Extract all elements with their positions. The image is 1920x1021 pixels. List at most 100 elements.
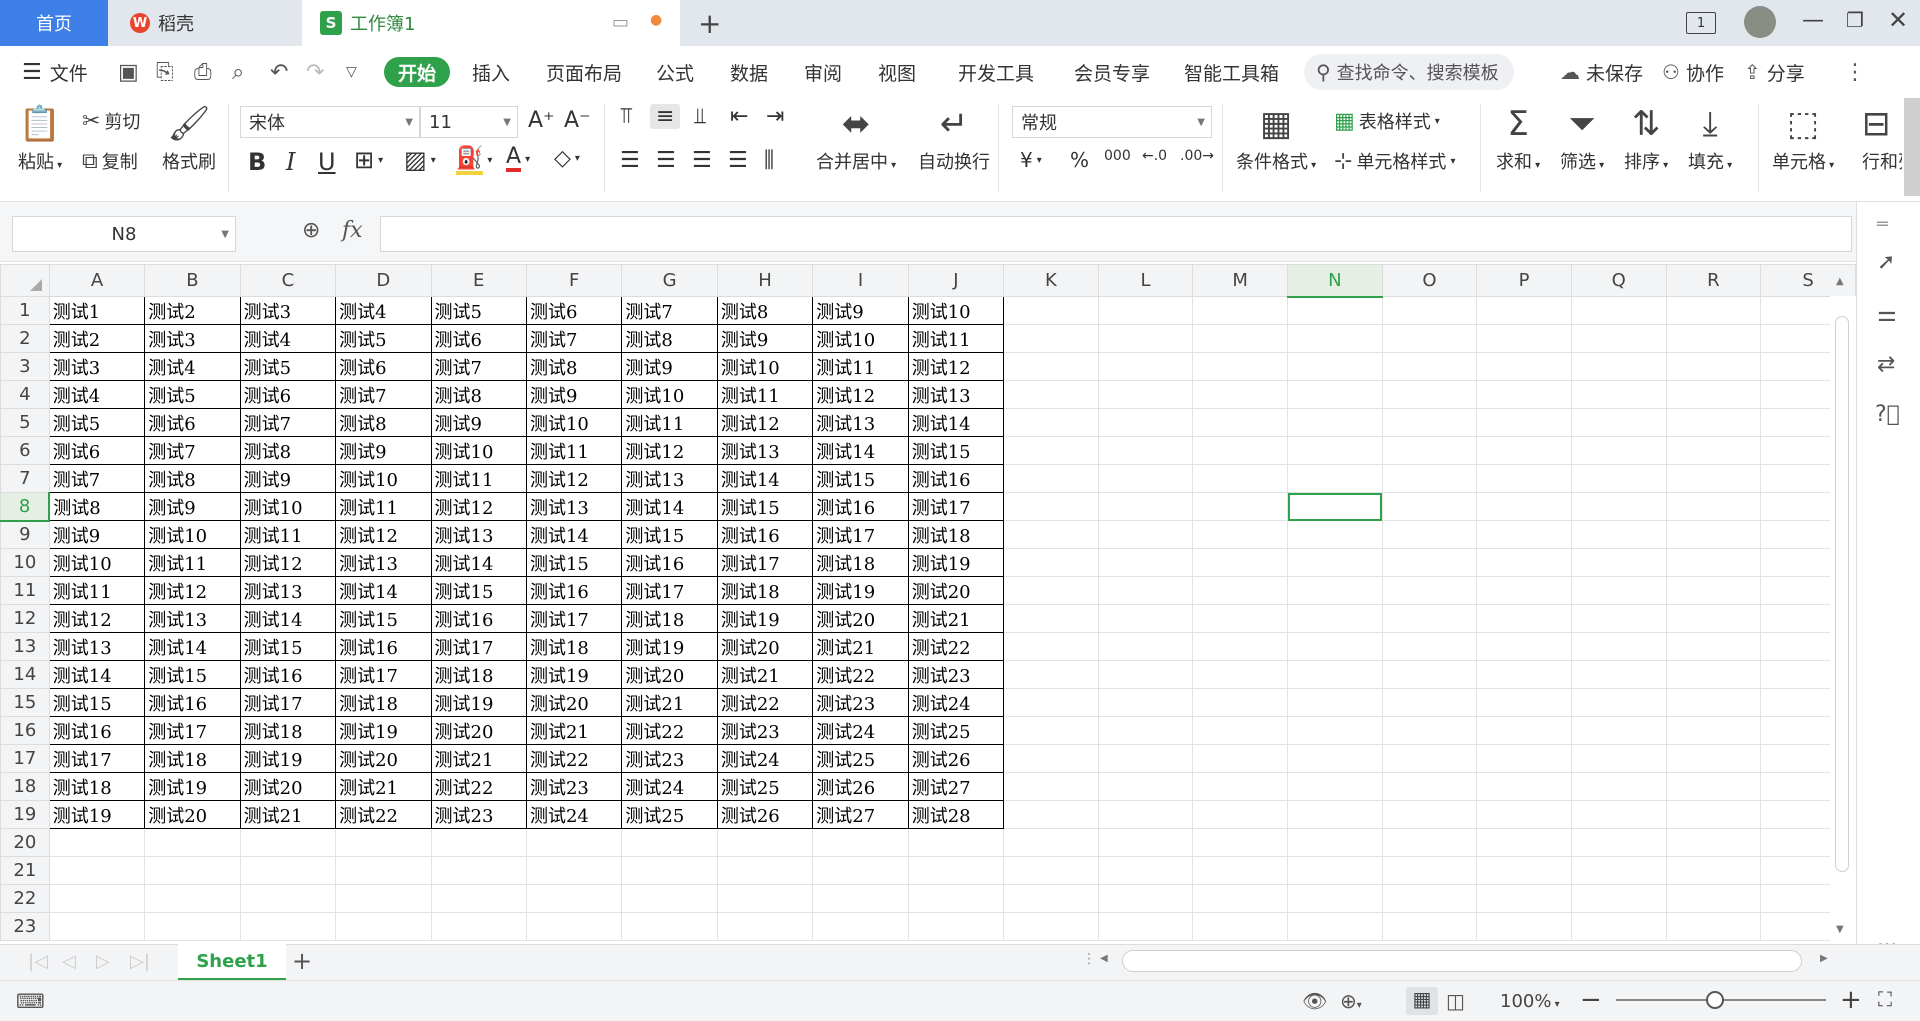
zoom-in-button[interactable]: + bbox=[1840, 985, 1862, 1015]
cell[interactable] bbox=[1097, 548, 1194, 577]
cell[interactable] bbox=[1570, 352, 1667, 381]
cell[interactable]: 测试5 bbox=[144, 380, 241, 409]
cell[interactable]: 测试23 bbox=[716, 716, 814, 745]
cell[interactable] bbox=[144, 828, 241, 857]
cell[interactable]: 测试21 bbox=[430, 744, 527, 773]
cell[interactable]: 测试19 bbox=[335, 716, 432, 745]
cell[interactable]: 测试5 bbox=[335, 324, 432, 353]
cell[interactable] bbox=[1192, 800, 1288, 829]
cell[interactable] bbox=[1381, 548, 1478, 577]
cell[interactable]: 测试10 bbox=[144, 520, 241, 549]
cell[interactable] bbox=[907, 884, 1005, 913]
cell[interactable] bbox=[1476, 380, 1572, 409]
cell[interactable]: 测试17 bbox=[335, 660, 432, 689]
cell[interactable] bbox=[1003, 604, 1099, 633]
column-header[interactable]: I bbox=[812, 264, 909, 297]
cell[interactable]: 测试10 bbox=[430, 436, 527, 465]
eye-protection-icon[interactable]: 👁 bbox=[1302, 989, 1327, 1013]
cell[interactable]: 测试9 bbox=[716, 324, 814, 353]
cell[interactable]: 测试10 bbox=[48, 548, 146, 577]
cell[interactable] bbox=[1476, 772, 1572, 801]
command-search-box[interactable]: ⚲ 查找命令、搜索模板 bbox=[1304, 54, 1514, 90]
cell[interactable]: 测试14 bbox=[621, 492, 718, 521]
cell[interactable] bbox=[1097, 912, 1194, 941]
cell[interactable]: 测试11 bbox=[48, 576, 146, 605]
cut-button[interactable]: ✂ 剪切 bbox=[82, 108, 140, 134]
cell[interactable] bbox=[1287, 800, 1383, 829]
cell[interactable] bbox=[1003, 660, 1099, 689]
cell[interactable]: 测试14 bbox=[48, 660, 146, 689]
row-header[interactable]: 22 bbox=[0, 884, 50, 913]
print-preview-icon[interactable]: ⌕ bbox=[232, 46, 244, 98]
cell[interactable]: 测试22 bbox=[335, 800, 432, 829]
scroll-right-icon[interactable]: ▶ bbox=[1820, 953, 1828, 964]
selected-cell[interactable] bbox=[1287, 492, 1383, 521]
cell[interactable] bbox=[1192, 688, 1288, 717]
cell[interactable] bbox=[1287, 856, 1383, 885]
cell[interactable] bbox=[1570, 296, 1667, 325]
cell[interactable]: 测试13 bbox=[621, 464, 718, 493]
cell[interactable] bbox=[1003, 380, 1099, 409]
cell[interactable]: 测试23 bbox=[525, 772, 623, 801]
cell[interactable]: 测试12 bbox=[621, 436, 718, 465]
cell[interactable]: 测试14 bbox=[907, 408, 1005, 437]
cell[interactable]: 测试15 bbox=[812, 464, 909, 493]
cell[interactable]: 测试13 bbox=[239, 576, 337, 605]
avatar[interactable] bbox=[1744, 6, 1776, 38]
cell[interactable] bbox=[1665, 492, 1762, 521]
help-icon[interactable]: ?⃝ bbox=[1875, 402, 1900, 427]
cell[interactable]: 测试23 bbox=[430, 800, 527, 829]
cell[interactable] bbox=[1570, 660, 1667, 689]
cell[interactable]: 测试12 bbox=[525, 464, 623, 493]
cell[interactable] bbox=[1097, 352, 1194, 381]
cell[interactable] bbox=[1097, 464, 1194, 493]
cell[interactable]: 测试25 bbox=[621, 800, 718, 829]
cell[interactable] bbox=[1287, 464, 1383, 493]
cell[interactable] bbox=[1570, 744, 1667, 773]
cell[interactable]: 测试9 bbox=[621, 352, 718, 381]
cell[interactable] bbox=[1097, 716, 1194, 745]
cell[interactable]: 测试11 bbox=[239, 520, 337, 549]
sidebar-collapse-icon[interactable]: ═ bbox=[1877, 214, 1888, 235]
tab-data[interactable]: 数据 bbox=[730, 46, 768, 98]
justify-button[interactable]: ☰ bbox=[728, 148, 748, 173]
cell[interactable]: 测试10 bbox=[335, 464, 432, 493]
scroll-left-icon[interactable]: ◀ bbox=[1100, 953, 1108, 964]
cell[interactable] bbox=[1287, 688, 1383, 717]
cell[interactable]: 测试9 bbox=[812, 296, 909, 325]
cell[interactable]: 测试13 bbox=[48, 632, 146, 661]
cell[interactable] bbox=[1097, 660, 1194, 689]
decrease-indent-button[interactable]: ⇤ bbox=[730, 104, 748, 129]
restore-icon[interactable]: ❐ bbox=[1846, 8, 1864, 32]
row-header[interactable]: 12 bbox=[0, 604, 50, 633]
cell[interactable]: 测试2 bbox=[144, 296, 241, 325]
cell[interactable] bbox=[1003, 688, 1099, 717]
cell[interactable] bbox=[1287, 912, 1383, 941]
cell[interactable] bbox=[525, 912, 623, 941]
cell[interactable]: 测试18 bbox=[621, 604, 718, 633]
cell[interactable]: 测试16 bbox=[430, 604, 527, 633]
cell[interactable] bbox=[1665, 352, 1762, 381]
cell[interactable] bbox=[430, 884, 527, 913]
cell[interactable] bbox=[1665, 716, 1762, 745]
cell[interactable] bbox=[1381, 520, 1478, 549]
cell[interactable]: 测试9 bbox=[525, 380, 623, 409]
cell[interactable]: 测试15 bbox=[430, 576, 527, 605]
cell[interactable]: 测试17 bbox=[239, 688, 337, 717]
tab-page-layout[interactable]: 页面布局 bbox=[546, 46, 622, 98]
cell[interactable]: 测试20 bbox=[812, 604, 909, 633]
cell[interactable]: 测试18 bbox=[239, 716, 337, 745]
cell-style-button[interactable]: ⊹ 单元格样式 ▾ bbox=[1334, 148, 1455, 174]
tab-member[interactable]: 会员专享 bbox=[1074, 46, 1150, 98]
cell[interactable] bbox=[1287, 324, 1383, 353]
row-header[interactable]: 15 bbox=[0, 688, 50, 717]
cell[interactable] bbox=[1003, 632, 1099, 661]
cell[interactable] bbox=[1097, 380, 1194, 409]
cell[interactable] bbox=[716, 856, 814, 885]
cell[interactable] bbox=[1476, 548, 1572, 577]
cell[interactable] bbox=[1097, 828, 1194, 857]
cell[interactable] bbox=[1476, 800, 1572, 829]
tab-workbook[interactable]: S 工作簿1 ▭ ● bbox=[302, 0, 680, 46]
first-sheet-icon[interactable]: |◁ bbox=[28, 951, 48, 972]
cell[interactable]: 测试6 bbox=[239, 380, 337, 409]
